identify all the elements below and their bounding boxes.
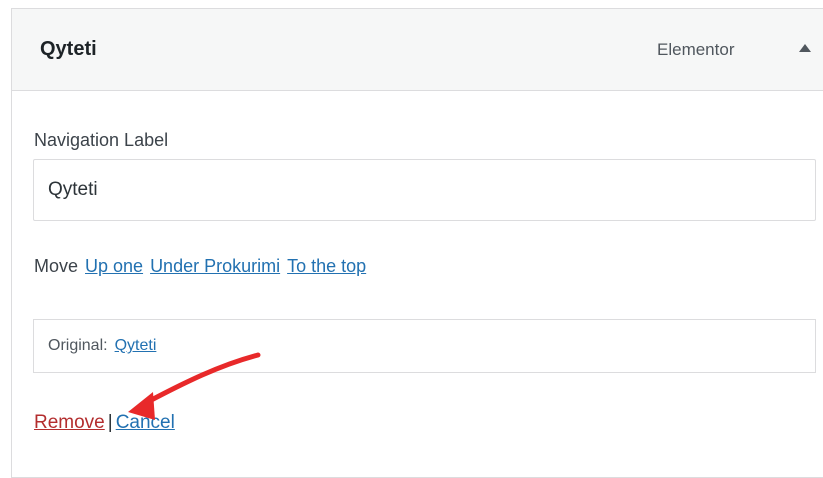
cancel-link[interactable]: Cancel (116, 412, 175, 433)
item-actions: Remove | Cancel (34, 413, 175, 432)
original-link[interactable]: Qyteti (115, 337, 157, 354)
original-label: Original: (48, 337, 108, 354)
original-row: Original: Qyteti (48, 338, 156, 354)
move-up-one-link[interactable]: Up one (85, 256, 143, 276)
menu-item-type: Elementor (657, 40, 735, 59)
menu-item-settings-panel: Qyteti Elementor Navigation Label Move Up… (11, 8, 823, 478)
move-label: Move (34, 256, 79, 276)
menu-item-header[interactable]: Qyteti Elementor (12, 9, 823, 91)
move-row: Move Up one Under Prokurimi To the top (34, 257, 366, 275)
move-to-top-link[interactable]: To the top (287, 256, 366, 276)
arrow-up-icon[interactable] (795, 37, 817, 59)
move-under-parent-link[interactable]: Under Prokurimi (150, 256, 280, 276)
menu-item-title: Qyteti (40, 38, 97, 60)
actions-separator: | (107, 412, 113, 433)
remove-link[interactable]: Remove (34, 412, 105, 433)
navigation-label-heading: Navigation Label (34, 130, 169, 150)
navigation-label-input[interactable] (33, 159, 816, 221)
original-box: Original: Qyteti (33, 319, 816, 373)
